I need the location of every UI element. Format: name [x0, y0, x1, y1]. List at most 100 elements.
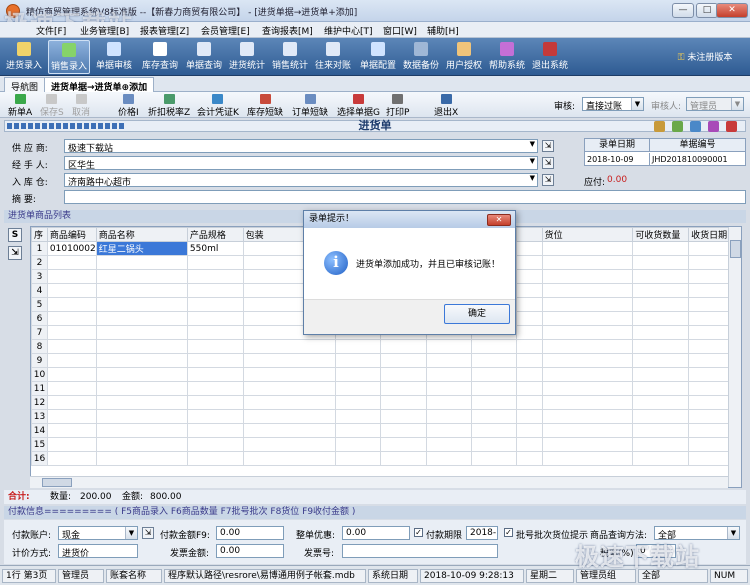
- table-cell[interactable]: [380, 367, 427, 382]
- exit-document-button[interactable]: 退出X: [434, 94, 458, 118]
- audit-button[interactable]: 单据审核: [94, 40, 134, 74]
- table-cell[interactable]: [470, 395, 518, 410]
- table-cell[interactable]: [242, 367, 337, 382]
- table-cell[interactable]: [541, 423, 634, 438]
- account-reconcile-button[interactable]: 往来对账: [313, 40, 353, 74]
- table-cell[interactable]: [380, 451, 427, 466]
- scrollbar-thumb[interactable]: [730, 240, 741, 258]
- table-cell[interactable]: [95, 353, 188, 368]
- dialog-close-button[interactable]: ✕: [487, 214, 511, 226]
- handler-lookup-button[interactable]: ⇲: [542, 157, 554, 169]
- query-method-select[interactable]: 全部 ▼: [654, 526, 740, 540]
- account-select[interactable]: 现金 ▼: [58, 526, 138, 540]
- tax-field[interactable]: 0: [636, 544, 676, 558]
- table-cell[interactable]: [46, 311, 97, 326]
- table-cell[interactable]: [95, 367, 188, 382]
- table-cell[interactable]: [335, 437, 382, 452]
- column-header[interactable]: 可收货数量: [632, 227, 690, 242]
- table-cell[interactable]: [335, 409, 382, 424]
- minimize-button[interactable]: —: [672, 3, 694, 18]
- column-header[interactable]: 序: [31, 227, 48, 242]
- grid-settings-button[interactable]: S: [8, 228, 22, 242]
- table-cell[interactable]: [425, 395, 472, 410]
- data-backup-button[interactable]: 数据备份: [401, 40, 441, 74]
- menu-query[interactable]: 查询报表[M]: [262, 24, 313, 37]
- table-cell[interactable]: [186, 311, 244, 326]
- table-cell[interactable]: [632, 409, 690, 424]
- column-header[interactable]: 货位: [541, 227, 634, 242]
- discount-tax-button[interactable]: 折扣税率Z: [148, 94, 190, 118]
- table-cell[interactable]: [541, 437, 634, 452]
- table-cell[interactable]: [95, 255, 188, 270]
- table-cell[interactable]: [186, 381, 244, 396]
- handler-field[interactable]: 区华生 ▼: [64, 156, 538, 170]
- table-cell[interactable]: [516, 395, 543, 410]
- table-cell[interactable]: [541, 367, 634, 382]
- table-cell[interactable]: [425, 409, 472, 424]
- invoice-amount-field[interactable]: 0.00: [216, 544, 284, 558]
- table-cell[interactable]: [632, 437, 690, 452]
- menu-file[interactable]: 文件[F]: [36, 24, 66, 37]
- grid-refresh-button[interactable]: ⇲: [8, 246, 22, 260]
- table-cell[interactable]: [46, 437, 97, 452]
- stock-query-button[interactable]: 库存查询: [140, 40, 180, 74]
- table-cell[interactable]: 红星二锅头: [95, 241, 188, 256]
- table-cell[interactable]: [380, 423, 427, 438]
- column-header[interactable]: [516, 227, 543, 242]
- select-document-button[interactable]: 选择单据G: [337, 94, 380, 118]
- table-cell[interactable]: [242, 451, 337, 466]
- batch-hint-checkbox[interactable]: ✓: [504, 528, 513, 537]
- table-row[interactable]: 16: [31, 451, 741, 466]
- table-cell[interactable]: [335, 423, 382, 438]
- table-row[interactable]: 14: [31, 423, 741, 438]
- table-cell[interactable]: [95, 451, 188, 466]
- table-cell[interactable]: [516, 367, 543, 382]
- table-cell[interactable]: [541, 353, 634, 368]
- table-cell[interactable]: [516, 451, 543, 466]
- print-button[interactable]: 打印P: [386, 94, 409, 118]
- table-cell[interactable]: [541, 241, 634, 256]
- table-cell[interactable]: [470, 353, 518, 368]
- calc-icon[interactable]: [672, 121, 683, 132]
- table-cell[interactable]: [632, 353, 690, 368]
- table-cell[interactable]: [46, 353, 97, 368]
- home-icon[interactable]: [654, 121, 665, 132]
- table-cell[interactable]: [335, 339, 382, 354]
- maximize-button[interactable]: □: [696, 3, 718, 18]
- number-value[interactable]: JHD201810090001: [649, 153, 745, 166]
- table-cell[interactable]: [46, 255, 97, 270]
- sales-stats-button[interactable]: 销售统计: [270, 40, 310, 74]
- date-value[interactable]: 2018-10-09: [585, 153, 649, 166]
- help-button[interactable]: 帮助系统: [487, 40, 527, 74]
- deadline-field[interactable]: 2018-: [466, 526, 498, 540]
- table-cell[interactable]: [516, 283, 543, 298]
- table-cell[interactable]: [516, 409, 543, 424]
- table-cell[interactable]: [425, 451, 472, 466]
- table-cell[interactable]: [380, 409, 427, 424]
- table-cell[interactable]: [516, 423, 543, 438]
- table-cell[interactable]: [95, 283, 188, 298]
- table-cell[interactable]: [632, 269, 690, 284]
- table-row[interactable]: 13: [31, 409, 741, 424]
- table-cell[interactable]: [242, 423, 337, 438]
- table-cell[interactable]: [95, 325, 188, 340]
- table-cell[interactable]: [632, 423, 690, 438]
- table-cell[interactable]: [470, 409, 518, 424]
- table-cell[interactable]: [541, 339, 634, 354]
- table-cell[interactable]: [632, 395, 690, 410]
- pricing-field[interactable]: 进货价: [58, 544, 138, 558]
- table-cell[interactable]: [380, 437, 427, 452]
- table-cell[interactable]: [541, 311, 634, 326]
- table-cell[interactable]: [186, 325, 244, 340]
- auditor-select[interactable]: 管理员 ▼: [686, 97, 744, 111]
- table-cell[interactable]: [541, 255, 634, 270]
- voucher-button[interactable]: 会计凭证K: [197, 94, 239, 118]
- table-cell[interactable]: [541, 409, 634, 424]
- table-row[interactable]: 15: [31, 437, 741, 452]
- table-cell[interactable]: [632, 241, 690, 256]
- table-cell[interactable]: [425, 367, 472, 382]
- table-cell[interactable]: [380, 381, 427, 396]
- cancel-button[interactable]: 取消: [72, 94, 90, 118]
- table-cell[interactable]: [46, 451, 97, 466]
- new-button[interactable]: 新单A: [8, 94, 32, 118]
